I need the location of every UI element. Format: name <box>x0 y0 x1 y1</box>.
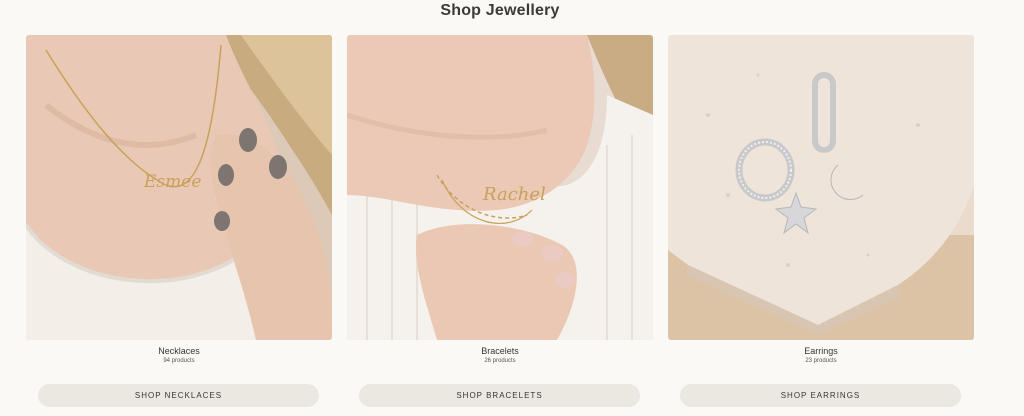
collection-name: Earrings <box>804 346 838 356</box>
earrings-image[interactable] <box>668 35 974 340</box>
collection-name: Necklaces <box>158 346 200 356</box>
product-count: 23 products <box>805 358 837 364</box>
product-count: 94 products <box>163 358 195 364</box>
section-title: Shop Jewellery <box>440 2 560 19</box>
shop-earrings-button[interactable]: SHOP EARRINGS <box>680 384 961 407</box>
bracelet-name-text: Rachel <box>482 184 546 205</box>
collection-card-earrings[interactable]: Earrings 23 products SHOP EARRINGS <box>668 35 974 407</box>
necklaces-image[interactable]: Esmee <box>26 35 332 340</box>
necklace-name-text: Esmee <box>143 172 201 192</box>
bracelets-image[interactable]: Rachel <box>347 35 653 340</box>
collection-card-necklaces[interactable]: Esmee Necklaces 94 products SHOP NECKLAC… <box>26 35 332 407</box>
shop-jewellery-section: Shop Jewellery Esmee Necklaces 94 produc… <box>0 0 1024 416</box>
shop-bracelets-button[interactable]: SHOP BRACELETS <box>359 384 640 407</box>
product-count: 26 products <box>484 358 516 364</box>
shop-necklaces-button[interactable]: SHOP NECKLACES <box>38 384 319 407</box>
collection-card-bracelets[interactable]: Rachel Bracelets 26 products SHOP BRACEL… <box>347 35 653 407</box>
collection-name: Bracelets <box>481 346 519 356</box>
